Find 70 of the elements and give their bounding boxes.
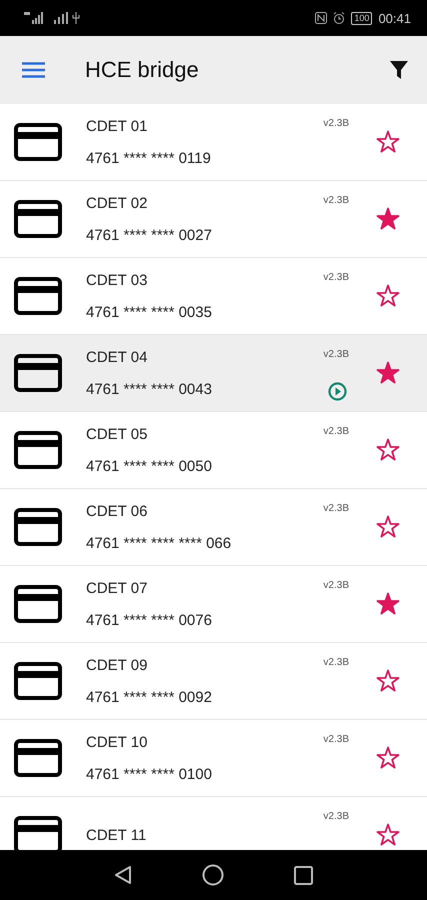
credit-card-icon (14, 123, 62, 161)
star-icon[interactable] (376, 438, 400, 462)
card-list-item[interactable]: CDET 07 4761 **** **** 0076 v2.3B (0, 566, 427, 643)
credit-card-icon (14, 508, 62, 546)
usb-icon (72, 12, 80, 24)
card-list-item[interactable]: CDET 02 4761 **** **** 0027 v2.3B (0, 181, 427, 258)
clock: 00:41 (378, 10, 411, 26)
play-icon[interactable] (328, 382, 347, 401)
card-number: 4761 **** **** 0027 (86, 226, 213, 244)
star-icon[interactable] (376, 515, 400, 539)
star-icon[interactable] (376, 130, 400, 154)
star-icon[interactable] (376, 207, 400, 231)
version-label: v2.3B (323, 118, 349, 129)
card-name: CDET 03 (86, 272, 148, 288)
credit-card-icon (14, 662, 62, 700)
filter-icon[interactable] (389, 60, 409, 80)
version-label: v2.3B (323, 580, 349, 591)
version-label: v2.3B (323, 734, 349, 745)
version-label: v2.3B (323, 349, 349, 360)
card-name: CDET 06 (86, 502, 148, 520)
card-name: CDET 10 (86, 734, 148, 750)
signal-icon (54, 12, 68, 24)
card-name: CDET 11 (86, 826, 148, 844)
signal-icon (24, 12, 46, 24)
credit-card-icon (14, 354, 62, 392)
card-name: CDET 05 (86, 426, 148, 442)
card-name: CDET 01 (86, 118, 148, 134)
version-label: v2.3B (323, 657, 349, 668)
star-icon[interactable] (376, 823, 400, 847)
card-name: CDET 09 (86, 656, 148, 674)
card-list-item[interactable]: CDET 06 4761 **** **** **** 066 v2.3B (0, 489, 427, 566)
star-icon[interactable] (376, 284, 400, 308)
card-list-item[interactable]: CDET 01 4761 **** **** 0119 v2.3B (0, 104, 427, 181)
version-label: v2.3B (323, 272, 349, 283)
card-number: 4761 **** **** 0092 (86, 688, 213, 706)
card-name: CDET 04 (86, 348, 148, 366)
star-icon[interactable] (376, 746, 400, 770)
card-list-item[interactable]: CDET 05 4761 **** **** 0050 v2.3B (0, 412, 427, 489)
menu-icon[interactable] (22, 62, 45, 78)
battery-level: 100 (351, 12, 372, 24)
credit-card-icon (14, 739, 62, 777)
nfc-icon (315, 12, 328, 24)
version-label: v2.3B (323, 503, 349, 514)
card-name: CDET 07 (86, 580, 148, 596)
card-number: 4761 **** **** **** 066 (86, 534, 232, 552)
credit-card-icon (14, 431, 62, 469)
credit-card-icon (14, 277, 62, 315)
card-list-item[interactable]: CDET 09 4761 **** **** 0092 v2.3B (0, 643, 427, 720)
card-number: 4761 **** **** 0035 (86, 304, 213, 320)
recents-icon[interactable] (294, 866, 313, 884)
star-icon[interactable] (376, 361, 400, 385)
card-number: 4761 **** **** 0119 (86, 150, 212, 166)
card-number: 4761 **** **** 0050 (86, 458, 213, 474)
star-icon[interactable] (376, 669, 400, 693)
credit-card-icon (14, 200, 62, 238)
back-icon[interactable] (114, 865, 132, 885)
card-list-item[interactable]: CDET 10 4761 **** **** 0100 v2.3B (0, 720, 427, 797)
app-title: HCE bridge (85, 57, 200, 83)
star-icon[interactable] (376, 592, 400, 616)
version-label: v2.3B (323, 811, 349, 822)
home-icon[interactable] (202, 864, 224, 886)
card-number: 4761 **** **** 0100 (86, 766, 213, 782)
card-number: 4761 **** **** 0076 (86, 612, 213, 628)
card-name: CDET 02 (86, 194, 148, 212)
card-list-item[interactable]: CDET 04 4761 **** **** 0043 v2.3B (0, 335, 427, 412)
credit-card-icon (14, 585, 62, 623)
version-label: v2.3B (323, 195, 349, 206)
card-number: 4761 **** **** 0043 (86, 380, 213, 398)
alarm-icon (333, 12, 346, 24)
version-label: v2.3B (323, 426, 349, 437)
